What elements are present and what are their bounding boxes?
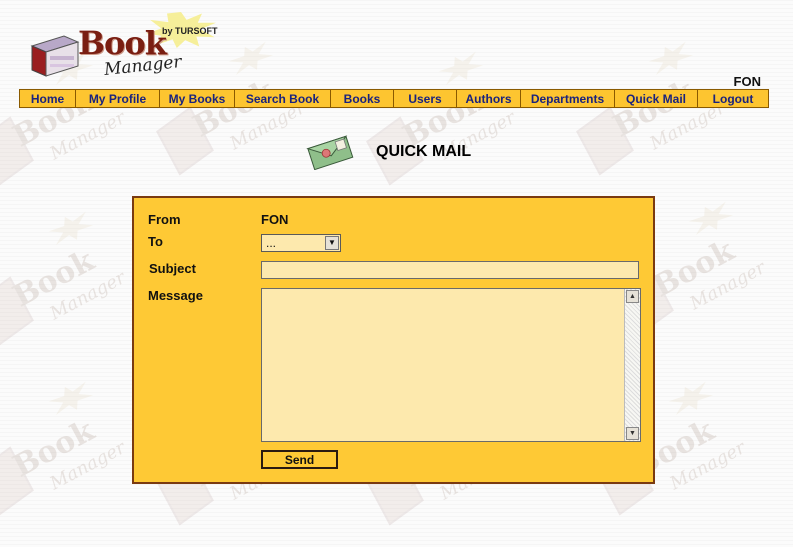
book-manager-logo[interactable]: by TURSOFT Book Manager bbox=[24, 10, 224, 86]
nav-logout[interactable]: Logout bbox=[698, 90, 768, 107]
message-label: Message bbox=[148, 288, 203, 303]
page-header: QUICK MAIL bbox=[304, 134, 471, 170]
chevron-down-icon[interactable]: ▼ bbox=[325, 236, 339, 250]
subject-input[interactable] bbox=[261, 261, 639, 279]
nav-my-books[interactable]: My Books bbox=[160, 90, 235, 107]
nav-home[interactable]: Home bbox=[20, 90, 76, 107]
subject-label: Subject bbox=[149, 261, 196, 276]
current-user-name: FON bbox=[733, 74, 761, 89]
envelope-icon bbox=[306, 135, 354, 170]
message-scrollbar[interactable]: ▲ ▼ bbox=[624, 289, 640, 441]
quick-mail-form: From FON To ... ▼ Subject Message ▲ ▼ Se… bbox=[132, 196, 655, 484]
nav-departments[interactable]: Departments bbox=[521, 90, 615, 107]
to-selected-value: ... bbox=[266, 236, 277, 250]
scroll-up-icon[interactable]: ▲ bbox=[626, 290, 639, 303]
send-button[interactable]: Send bbox=[261, 450, 338, 469]
nav-authors[interactable]: Authors bbox=[457, 90, 521, 107]
logo-by-text: by TURSOFT bbox=[162, 26, 218, 36]
from-label: From bbox=[148, 212, 181, 227]
to-label: To bbox=[148, 234, 163, 249]
page-title: QUICK MAIL bbox=[376, 143, 472, 160]
nav-my-profile[interactable]: My Profile bbox=[76, 90, 160, 107]
scroll-down-icon[interactable]: ▼ bbox=[626, 427, 639, 440]
message-textarea[interactable] bbox=[262, 289, 624, 441]
nav-books[interactable]: Books bbox=[331, 90, 394, 107]
from-value: FON bbox=[261, 212, 289, 227]
nav-quick-mail[interactable]: Quick Mail bbox=[615, 90, 698, 107]
nav-users[interactable]: Users bbox=[394, 90, 457, 107]
main-nav: Home My Profile My Books Search Book Boo… bbox=[19, 89, 769, 108]
nav-search-book[interactable]: Search Book bbox=[235, 90, 331, 107]
to-select[interactable]: ... ▼ bbox=[261, 234, 341, 252]
books-icon bbox=[30, 35, 80, 77]
message-box: ▲ ▼ bbox=[261, 288, 641, 442]
